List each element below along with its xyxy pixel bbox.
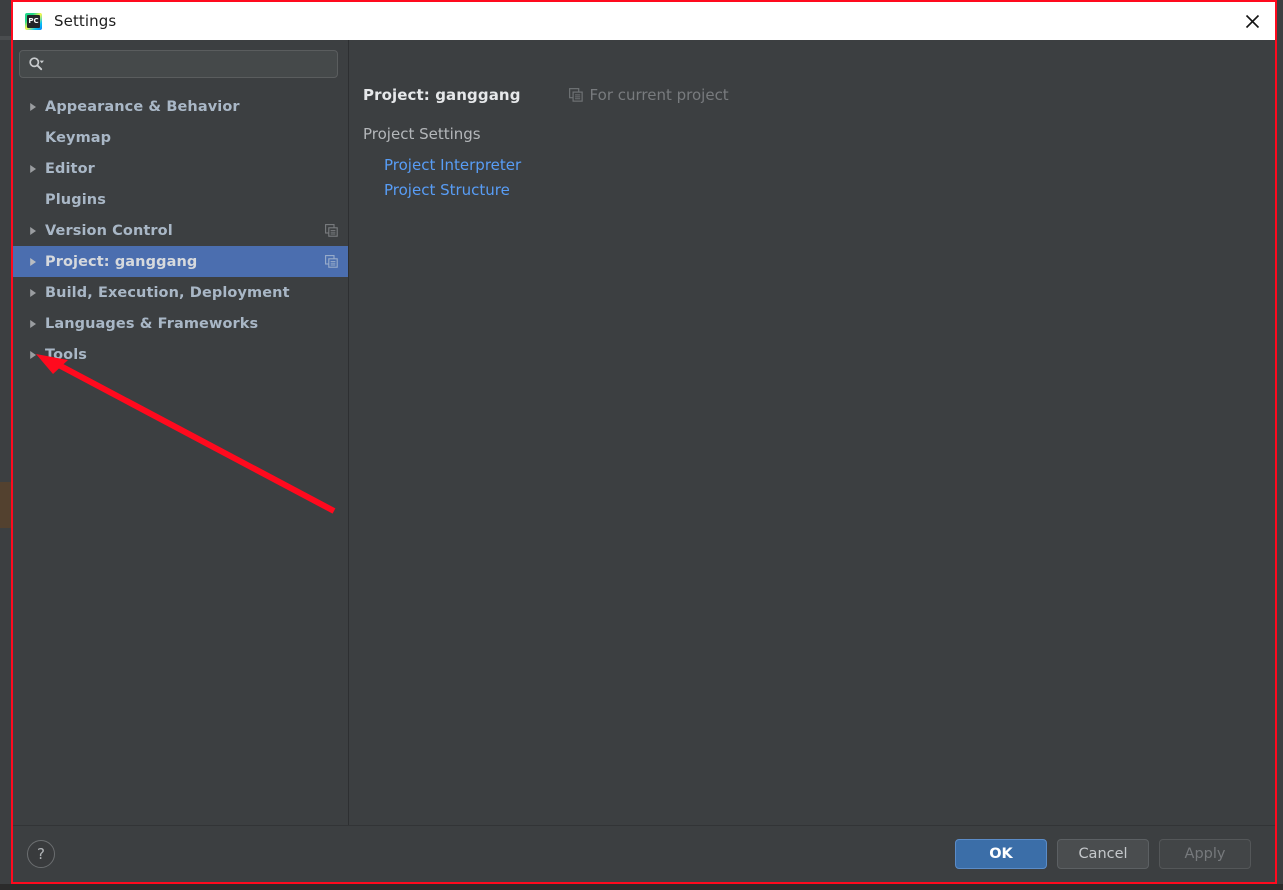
sidebar-item-appearance-behavior[interactable]: Appearance & Behavior bbox=[13, 91, 348, 122]
pycharm-icon-label: PC bbox=[28, 16, 39, 25]
chevron-right-icon[interactable] bbox=[21, 164, 45, 174]
copy-icon bbox=[325, 255, 338, 268]
search-area bbox=[13, 40, 348, 78]
sidebar-item-label: Build, Execution, Deployment bbox=[45, 284, 290, 301]
close-icon[interactable] bbox=[1229, 2, 1275, 40]
chevron-right-icon[interactable] bbox=[21, 102, 45, 112]
dialog-body: Appearance & Behavior Keymap Editor Plug… bbox=[13, 40, 1275, 825]
desktop-taskbar-edge bbox=[0, 884, 1283, 890]
chevron-right-icon[interactable] bbox=[21, 257, 45, 267]
content-header: Project: ganggang For current project bbox=[363, 86, 1275, 104]
sidebar-item-label: Plugins bbox=[45, 191, 106, 208]
desktop-strip-highlight bbox=[0, 482, 12, 528]
sidebar-item-build-execution-deployment[interactable]: Build, Execution, Deployment bbox=[13, 277, 348, 308]
settings-sidebar: Appearance & Behavior Keymap Editor Plug… bbox=[13, 40, 349, 825]
cancel-button[interactable]: Cancel bbox=[1057, 839, 1149, 869]
dialog-footer: ? OK Cancel Apply bbox=[13, 825, 1275, 882]
sidebar-item-label: Project: ganggang bbox=[45, 253, 198, 270]
desktop-strip bbox=[0, 0, 14, 40]
search-box[interactable] bbox=[19, 50, 338, 78]
page-title: Project: ganggang bbox=[363, 86, 521, 104]
sidebar-item-label: Version Control bbox=[45, 222, 173, 239]
sidebar-item-label: Editor bbox=[45, 160, 95, 177]
desktop-strip-mark bbox=[0, 36, 13, 40]
ok-button[interactable]: OK bbox=[955, 839, 1047, 869]
copy-icon bbox=[325, 224, 338, 237]
sidebar-item-version-control[interactable]: Version Control bbox=[13, 215, 348, 246]
window-title: Settings bbox=[54, 12, 117, 30]
sidebar-item-tools[interactable]: Tools bbox=[13, 339, 348, 370]
pycharm-icon: PC bbox=[25, 12, 42, 30]
sidebar-item-plugins[interactable]: Plugins bbox=[13, 184, 348, 215]
chevron-right-icon[interactable] bbox=[21, 226, 45, 236]
sidebar-item-keymap[interactable]: Keymap bbox=[13, 122, 348, 153]
chevron-right-icon[interactable] bbox=[21, 288, 45, 298]
sidebar-item-languages-frameworks[interactable]: Languages & Frameworks bbox=[13, 308, 348, 339]
dialog-button-group: OK Cancel Apply bbox=[955, 839, 1251, 869]
link-project-structure[interactable]: Project Structure bbox=[384, 181, 510, 199]
link-project-interpreter[interactable]: Project Interpreter bbox=[384, 156, 521, 174]
chevron-right-icon[interactable] bbox=[21, 319, 45, 329]
scope-label: For current project bbox=[589, 86, 729, 104]
project-settings-links: Project Interpreter Project Structure bbox=[363, 156, 1275, 199]
apply-button: Apply bbox=[1159, 839, 1251, 869]
sidebar-item-editor[interactable]: Editor bbox=[13, 153, 348, 184]
sidebar-item-label: Tools bbox=[45, 346, 87, 363]
sidebar-item-project-ganggang[interactable]: Project: ganggang bbox=[13, 246, 348, 277]
sidebar-item-label: Keymap bbox=[45, 129, 112, 146]
settings-tree: Appearance & Behavior Keymap Editor Plug… bbox=[13, 91, 348, 370]
settings-dialog: PC Settings Appearance & Behavior Keymap… bbox=[13, 2, 1275, 882]
settings-content-panel: Project: ganggang For current project Pr… bbox=[349, 40, 1275, 825]
sidebar-item-label: Languages & Frameworks bbox=[45, 315, 259, 332]
for-current-project-scope[interactable]: For current project bbox=[568, 86, 729, 104]
search-input[interactable] bbox=[49, 56, 329, 72]
search-icon bbox=[29, 57, 44, 71]
chevron-right-icon[interactable] bbox=[21, 350, 45, 360]
help-button[interactable]: ? bbox=[27, 840, 55, 868]
sidebar-item-label: Appearance & Behavior bbox=[45, 98, 240, 115]
annotation-frame-top bbox=[11, 0, 1277, 2]
section-heading: Project Settings bbox=[363, 125, 481, 143]
title-bar: PC Settings bbox=[13, 2, 1275, 40]
copy-icon bbox=[568, 88, 583, 102]
